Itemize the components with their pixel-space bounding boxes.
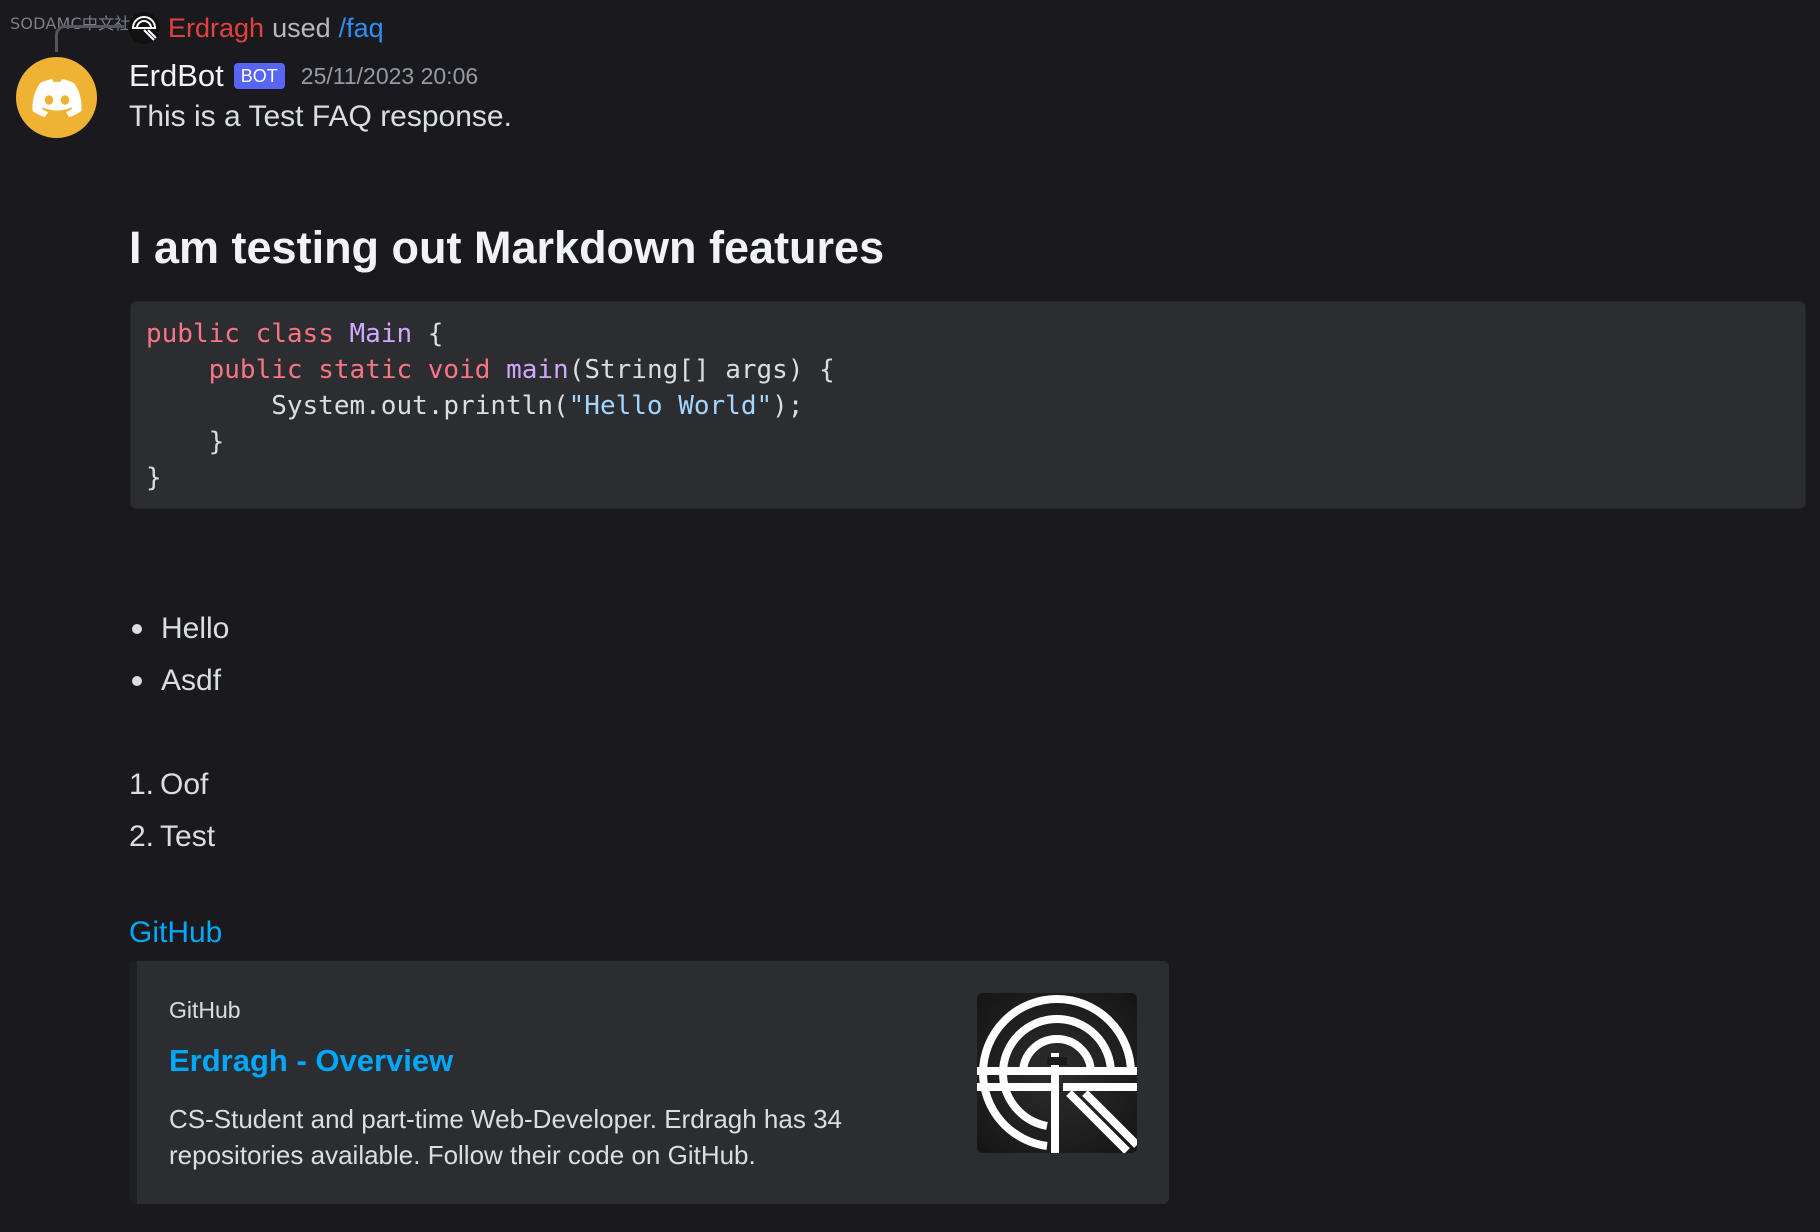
- bullet-text: Asdf: [161, 664, 222, 697]
- code-line: System.out.println("Hello World");: [146, 391, 804, 421]
- erdragh-logo-icon: [977, 993, 1137, 1153]
- numbered-text: Oof: [160, 768, 209, 801]
- numbered-list-item: 1. Oof: [129, 768, 208, 802]
- bot-badge: BOT: [233, 63, 285, 89]
- embed-title-link[interactable]: Erdragh - Overview: [169, 1043, 453, 1079]
- bullet-list-item: Asdf: [129, 664, 221, 698]
- numbered-list-item: 2. Test: [129, 820, 215, 854]
- reply-used-label: used: [272, 12, 331, 43]
- reply-command[interactable]: /faq: [339, 13, 384, 44]
- discord-message-view: SODAMC中文社区 Erdragh used /faq ErdBot BOT …: [0, 0, 1820, 1232]
- github-link[interactable]: GitHub: [129, 916, 222, 950]
- code-keyword: static: [318, 355, 413, 385]
- code-line: }: [146, 427, 225, 457]
- reply-spine: [55, 25, 124, 52]
- code-block[interactable]: public class Main { public static void m…: [130, 301, 1806, 509]
- message-header: ErdBot BOT 25/11/2023 20:06: [129, 56, 478, 96]
- code-keyword: class: [255, 319, 334, 349]
- link-embed: GitHub Erdragh - Overview CS-Student and…: [129, 961, 1169, 1204]
- list-number: 2.: [129, 820, 155, 853]
- code-line: }: [146, 463, 162, 493]
- reply-username[interactable]: Erdragh: [168, 13, 264, 44]
- embed-provider[interactable]: GitHub: [169, 997, 241, 1024]
- bullet-dot-icon: [132, 676, 142, 686]
- bullet-list-item: Hello: [129, 612, 229, 646]
- code-line: public static void main(String[] args) {: [208, 355, 835, 385]
- message-timestamp[interactable]: 25/11/2023 20:06: [301, 63, 478, 90]
- code-line: public class Main {: [146, 319, 444, 349]
- bullet-dot-icon: [132, 624, 142, 634]
- bullet-text: Hello: [161, 612, 230, 645]
- embed-thumbnail[interactable]: [977, 993, 1137, 1153]
- reply-reference[interactable]: Erdragh used /faq: [128, 10, 384, 46]
- code-keyword: void: [427, 355, 491, 385]
- bot-username[interactable]: ErdBot: [129, 58, 224, 94]
- bot-avatar[interactable]: [16, 57, 97, 138]
- discord-logo-icon: [31, 78, 82, 117]
- code-keyword: public: [208, 355, 303, 385]
- code-keyword: public: [146, 319, 240, 349]
- embed-description: CS-Student and part-time Web-Developer. …: [169, 1104, 842, 1170]
- message-text: This is a Test FAQ response.: [129, 100, 512, 133]
- numbered-text: Test: [160, 820, 216, 853]
- code-string: "Hello World": [568, 391, 773, 421]
- code-class-name: Main: [349, 319, 413, 349]
- code-function-name: main: [506, 355, 569, 385]
- erdragh-logo-icon[interactable]: [128, 12, 160, 44]
- markdown-heading: I am testing out Markdown features: [129, 222, 885, 273]
- list-number: 1.: [129, 768, 155, 801]
